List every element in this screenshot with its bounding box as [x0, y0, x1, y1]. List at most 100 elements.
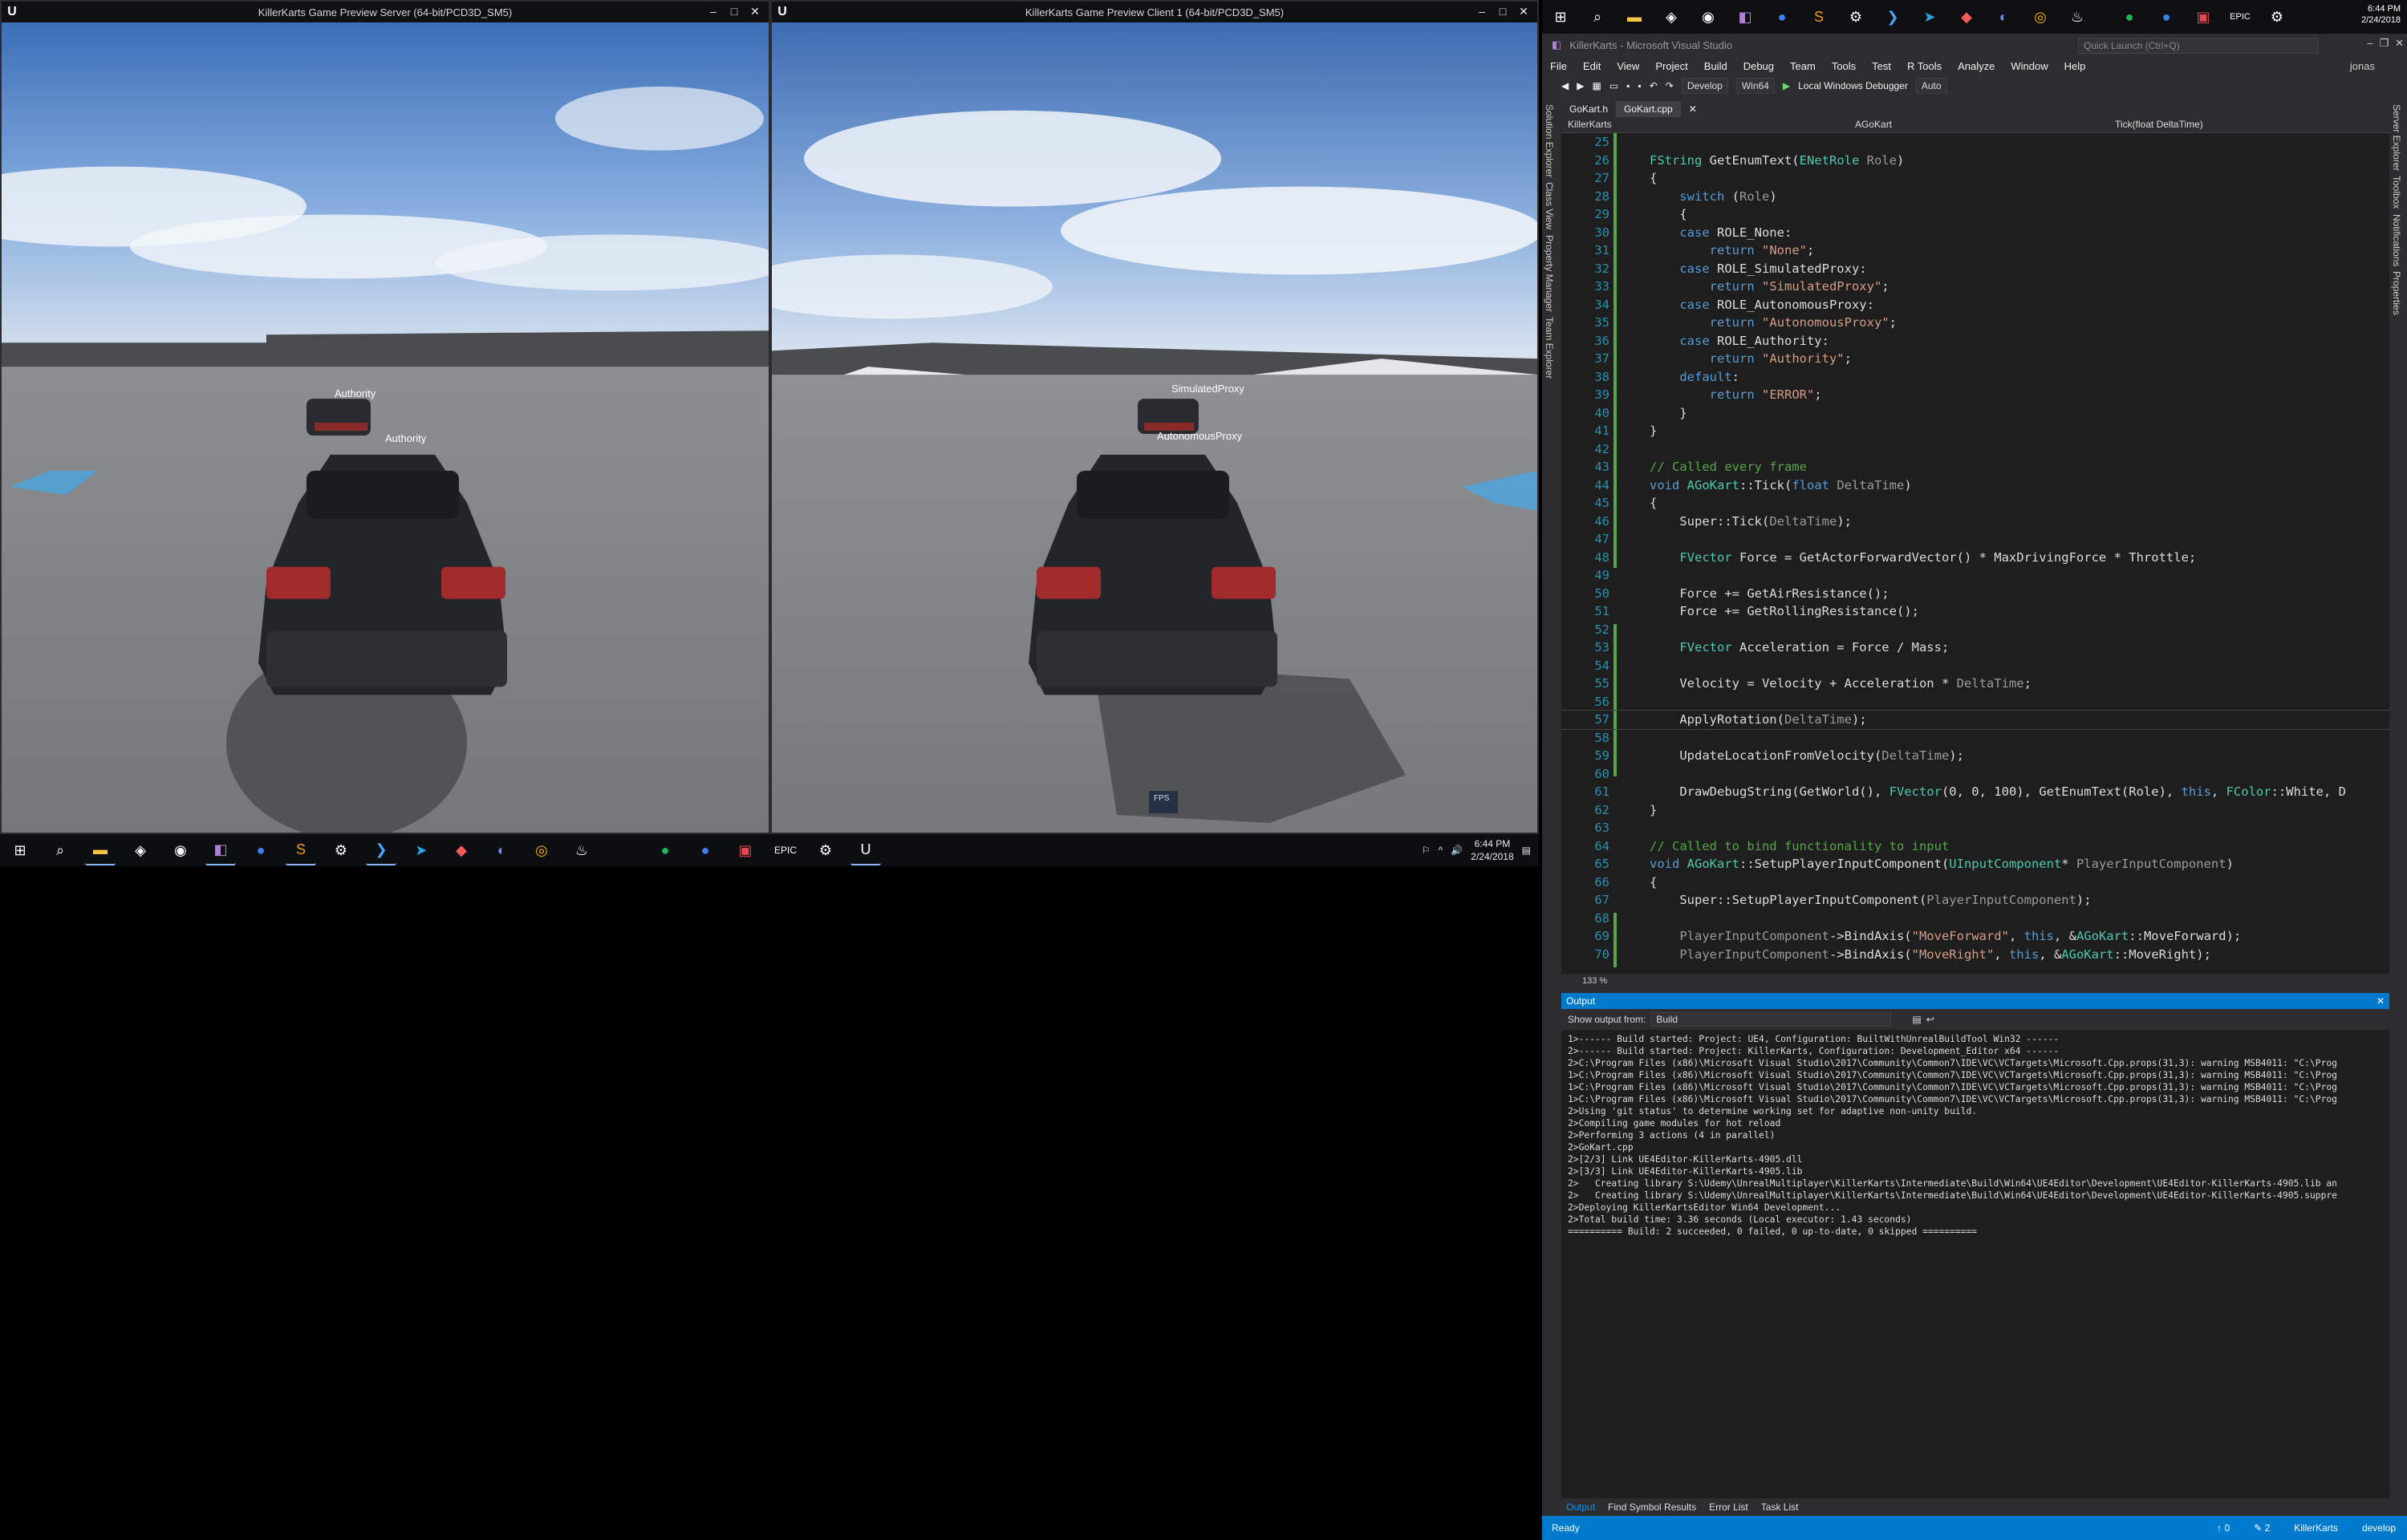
app-icon[interactable]: ◈: [1657, 2, 1686, 31]
tab-gokart-h[interactable]: GoKart.h: [1561, 101, 1616, 117]
code-line[interactable]: 31 return "None";: [1561, 241, 2389, 260]
code-line[interactable]: 40 }: [1561, 404, 2389, 423]
tab-solution-explorer[interactable]: Solution Explorer: [1544, 104, 1555, 177]
tray-chevron-icon[interactable]: ^: [1439, 845, 1443, 856]
restore-icon[interactable]: ❐: [2379, 37, 2389, 50]
client-game-window[interactable]: U KillerKarts Game Preview Client 1 (64-…: [770, 0, 1539, 834]
code-line[interactable]: 65 void AGoKart::SetupPlayerInputComponen…: [1561, 855, 2389, 873]
code-line[interactable]: 45 {: [1561, 494, 2389, 513]
menu-analyze[interactable]: Analyze: [1958, 60, 1995, 72]
code-line[interactable]: 68: [1561, 910, 2389, 928]
location-icon[interactable]: ●: [2152, 2, 2181, 31]
editor-zoom[interactable]: 133 %: [1561, 974, 2389, 988]
code-line[interactable]: 66 {: [1561, 873, 2389, 892]
chrome-icon[interactable]: ◎: [526, 835, 557, 865]
save-all-icon[interactable]: ▪: [1638, 80, 1641, 91]
code-editor[interactable]: 25 26 FString GetEnumText(ENetRole Role) 27…: [1561, 133, 2389, 974]
code-line[interactable]: 69 PlayerInputComponent->BindAxis("MoveF…: [1561, 927, 2389, 946]
adobe-icon[interactable]: ▣: [730, 835, 761, 865]
nav-scope-dropdown[interactable]: AGoKart: [1855, 119, 1892, 130]
code-line[interactable]: 50 Force += GetAirResistance();: [1561, 585, 2389, 603]
code-line[interactable]: 60: [1561, 765, 2389, 784]
platform-dropdown[interactable]: Win64: [1735, 78, 1775, 94]
sublime-text-icon[interactable]: S: [286, 835, 316, 865]
close-tab-icon[interactable]: ✕: [1681, 101, 1705, 117]
code-line[interactable]: 67 Super::SetupPlayerInputComponent(Play…: [1561, 891, 2389, 910]
tab-property-manager[interactable]: Property Manager: [1544, 235, 1555, 312]
sublime-text-icon[interactable]: S: [1804, 2, 1833, 31]
code-line[interactable]: 29 {: [1561, 205, 2389, 224]
nav-project-dropdown[interactable]: KillerKarts: [1568, 119, 1612, 130]
tab-gokart-cpp[interactable]: GoKart.cpp: [1616, 101, 1681, 117]
telegram-icon[interactable]: ➤: [1915, 2, 1944, 31]
tab-server-explorer[interactable]: Server Explorer: [2391, 104, 2402, 171]
code-line[interactable]: 46 Super::Tick(DeltaTime);: [1561, 513, 2389, 531]
code-line[interactable]: 58: [1561, 729, 2389, 748]
auto-dropdown[interactable]: Auto: [1915, 78, 1947, 94]
tab-output[interactable]: Output: [1566, 1502, 1595, 1513]
status-project[interactable]: KillerKarts: [2294, 1522, 2338, 1534]
code-line[interactable]: 63: [1561, 819, 2389, 837]
menu-edit[interactable]: Edit: [1583, 60, 1601, 72]
output-log[interactable]: 1>------ Build started: Project: UE4, Co…: [1561, 1030, 2389, 1241]
code-line[interactable]: 28 switch (Role): [1561, 188, 2389, 206]
code-line[interactable]: 61 DrawDebugString(GetWorld(), FVector(0…: [1561, 783, 2389, 801]
minimize-icon[interactable]: –: [2367, 37, 2372, 50]
spotify-icon[interactable]: ●: [2115, 2, 2144, 31]
settings-icon[interactable]: ⚙: [810, 835, 841, 865]
menu-project[interactable]: Project: [1655, 60, 1687, 72]
code-line[interactable]: 39 return "ERROR";: [1561, 386, 2389, 404]
save-icon[interactable]: ▪: [1626, 80, 1630, 91]
tab-class-view[interactable]: Class View: [1544, 182, 1555, 229]
search-icon[interactable]: ⌕: [45, 835, 75, 865]
code-line[interactable]: 55 Velocity = Velocity + Acceleration * …: [1561, 675, 2389, 693]
status-edits[interactable]: ✎ 2: [2254, 1522, 2270, 1534]
notifications-icon[interactable]: ▤: [1522, 845, 1531, 856]
code-line[interactable]: 48 FVector Force = GetActorForwardVector…: [1561, 549, 2389, 567]
code-line[interactable]: 64 // Called to bind functionality to inp…: [1561, 837, 2389, 856]
menu-file[interactable]: File: [1550, 60, 1567, 72]
discord-icon[interactable]: ◐: [1989, 2, 2018, 31]
menu-r-tools[interactable]: R Tools: [1907, 60, 1942, 72]
people-icon[interactable]: ⚐: [1422, 845, 1431, 856]
powershell-icon[interactable]: ❯: [1878, 2, 1907, 31]
client-titlebar[interactable]: U KillerKarts Game Preview Client 1 (64-…: [772, 2, 1537, 22]
tab-notifications[interactable]: Notifications: [2391, 214, 2402, 266]
status-unpushed[interactable]: ↑ 0: [2217, 1522, 2230, 1534]
code-line[interactable]: 41}: [1561, 422, 2389, 440]
vs-titlebar[interactable]: ◧ KillerKarts - Microsoft Visual Studio …: [1542, 34, 2407, 56]
menu-build[interactable]: Build: [1704, 60, 1727, 72]
code-line[interactable]: 32 case ROLE_SimulatedProxy:: [1561, 260, 2389, 278]
code-line[interactable]: 53 FVector Acceleration = Force / Mass;: [1561, 638, 2389, 657]
code-line[interactable]: 37 return "Authority";: [1561, 350, 2389, 368]
status-branch[interactable]: develop: [2362, 1522, 2396, 1534]
code-line[interactable]: 49: [1561, 566, 2389, 585]
tab-task-list[interactable]: Task List: [1761, 1502, 1799, 1513]
tab-properties[interactable]: Properties: [2391, 271, 2402, 315]
network-icon[interactable]: ⚙: [326, 835, 356, 865]
chrome-icon[interactable]: ◎: [2026, 2, 2055, 31]
quick-launch-input[interactable]: Quick Launch (Ctrl+Q): [2078, 38, 2319, 54]
file-explorer-icon[interactable]: ▬: [1620, 2, 1649, 31]
code-line[interactable]: 52: [1561, 621, 2389, 639]
code-line[interactable]: 43 // Called every frame: [1561, 458, 2389, 476]
code-line[interactable]: 59 UpdateLocationFromVelocity(DeltaTime)…: [1561, 747, 2389, 765]
powershell-icon[interactable]: ❯: [366, 835, 396, 865]
adobe-icon[interactable]: ▣: [2189, 2, 2218, 31]
code-line[interactable]: 44 void AGoKart::Tick(float DeltaTime): [1561, 476, 2389, 495]
settings-icon[interactable]: ⚙: [2263, 2, 2291, 31]
steam-icon[interactable]: ♨: [2063, 2, 2092, 31]
menu-team[interactable]: Team: [1790, 60, 1816, 72]
taskbar-clock[interactable]: 6:44 PM 2/24/2018: [1471, 837, 1513, 863]
code-line[interactable]: 26 FString GetEnumText(ENetRole Role): [1561, 152, 2389, 170]
volume-icon[interactable]: 🔊: [1451, 845, 1463, 856]
visual-studio-icon[interactable]: ◧: [1731, 2, 1760, 31]
menu-window[interactable]: Window: [2011, 60, 2048, 72]
undo-icon[interactable]: ↶: [1650, 80, 1658, 91]
code-line[interactable]: 34 case ROLE_AutonomousProxy:: [1561, 296, 2389, 314]
maps-icon[interactable]: ●: [246, 835, 276, 865]
menu-help[interactable]: Help: [2064, 60, 2086, 72]
app-icon[interactable]: ◆: [446, 835, 477, 865]
code-line[interactable]: 38 default:: [1561, 368, 2389, 387]
steam-icon[interactable]: ♨: [566, 835, 597, 865]
